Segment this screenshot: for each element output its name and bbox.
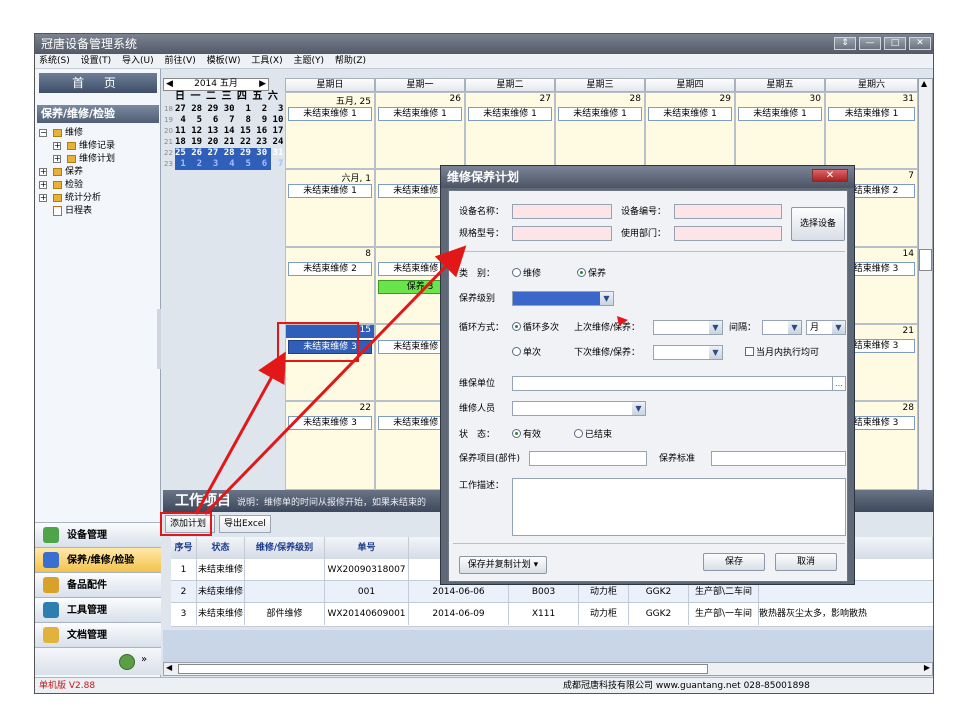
- pointer-mark: [617, 316, 628, 326]
- arrow-to-dialog: [203, 245, 467, 516]
- arrow-to-event: [194, 351, 286, 515]
- annotation-arrows: [194, 245, 628, 516]
